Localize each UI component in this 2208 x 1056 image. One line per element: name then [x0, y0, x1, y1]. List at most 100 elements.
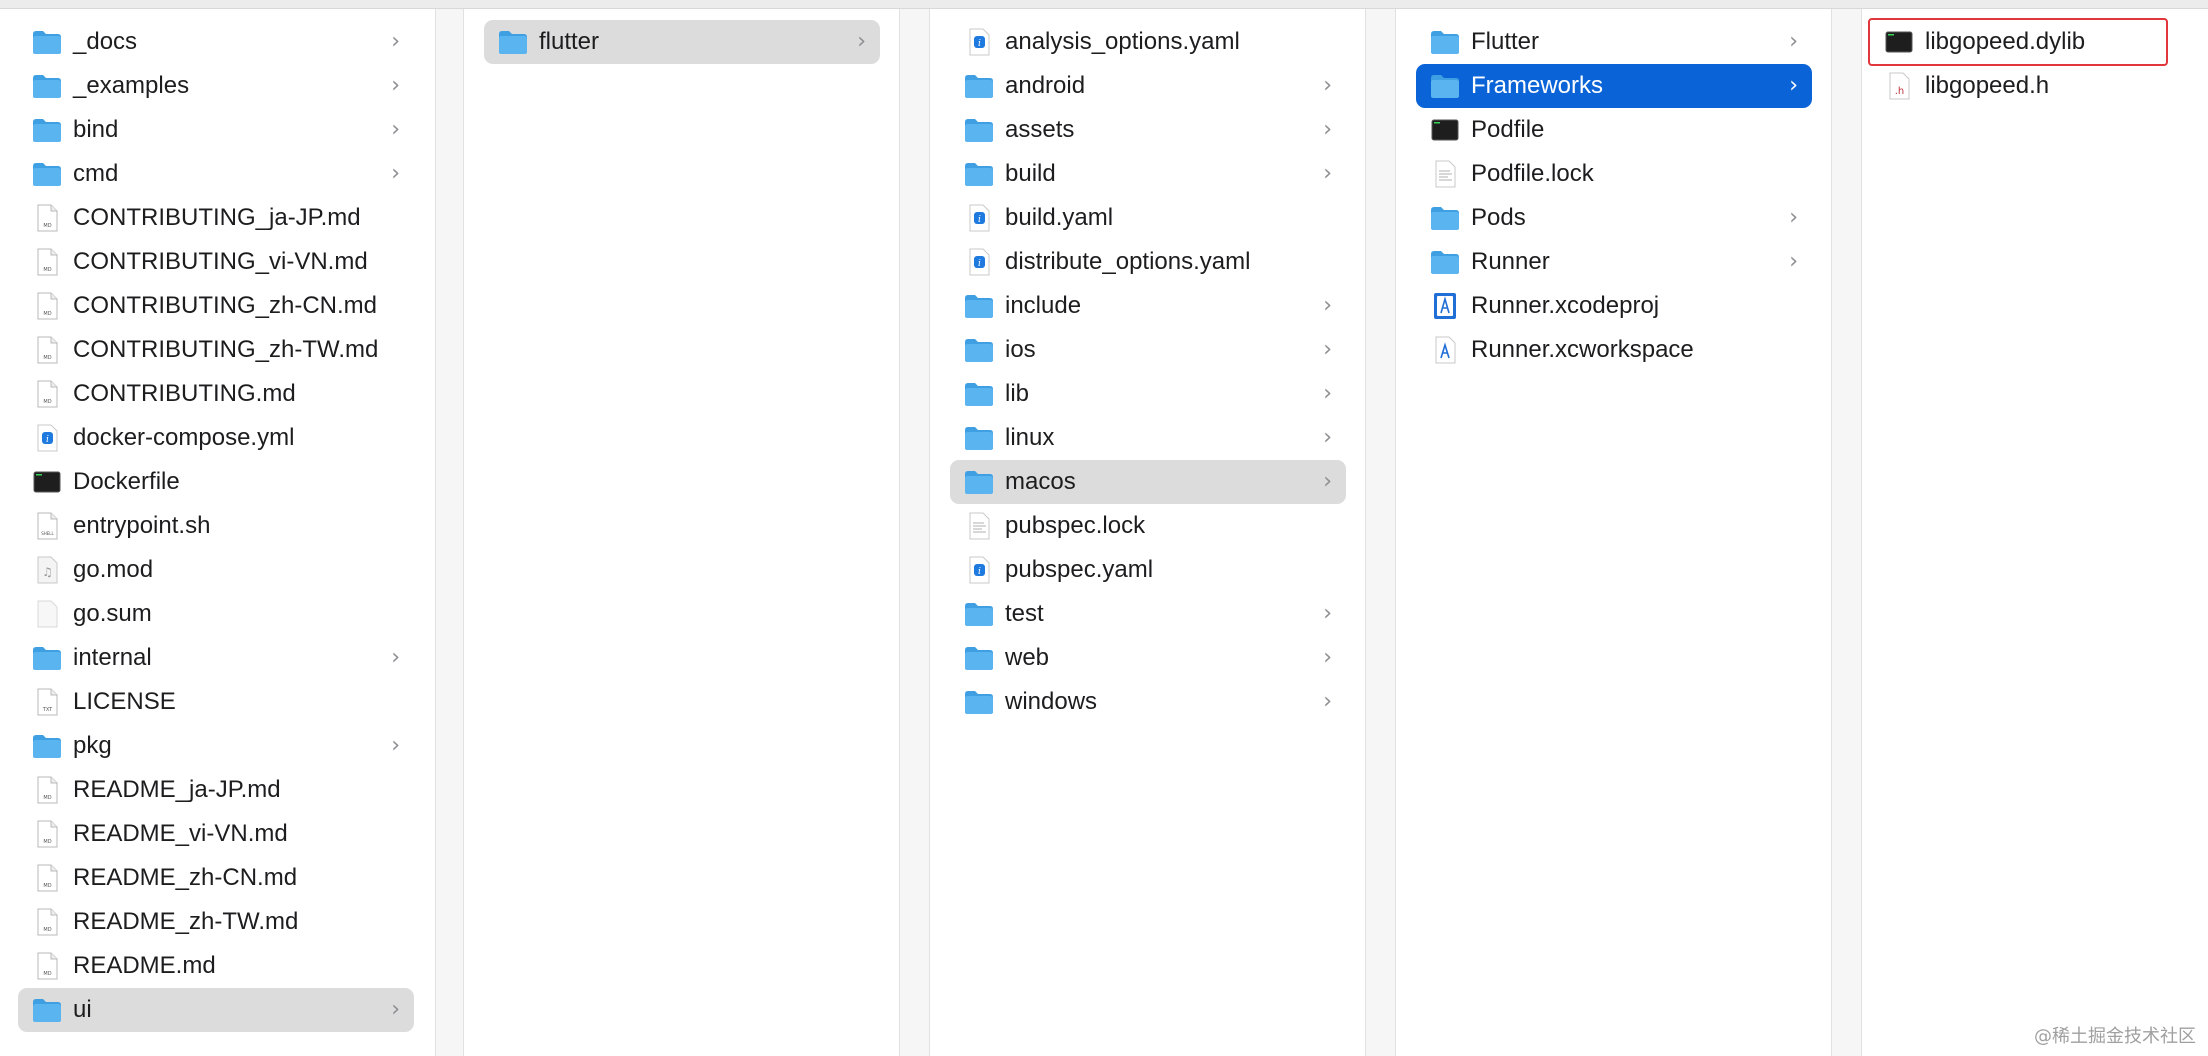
file-name-label: pubspec.lock: [1005, 512, 1146, 539]
file-name-label: lib: [1005, 380, 1030, 407]
chevron-right-icon: ›: [1323, 293, 1332, 318]
file-row[interactable]: Runner.xcworkspace: [1416, 328, 1812, 372]
chevron-right-icon: ›: [1323, 73, 1332, 98]
chevron-right-icon: ›: [1323, 381, 1332, 406]
file-row[interactable]: bind ›: [18, 108, 414, 152]
svg-text:MD: MD: [43, 311, 51, 317]
file-row[interactable]: _examples ›: [18, 64, 414, 108]
file-row[interactable]: build ›: [950, 152, 1346, 196]
chevron-right-icon: ›: [391, 733, 400, 758]
file-name-label: entrypoint.sh: [73, 512, 211, 539]
file-row[interactable]: MD README.md: [18, 944, 414, 988]
audio-file-icon: ♫: [32, 556, 62, 584]
folder-icon: [964, 116, 994, 144]
file-row[interactable]: Podfile.lock: [1416, 152, 1812, 196]
file-row[interactable]: Runner ›: [1416, 240, 1812, 284]
file-row[interactable]: MD CONTRIBUTING_zh-CN.md: [18, 284, 414, 328]
file-row[interactable]: web ›: [950, 636, 1346, 680]
document-icon: [964, 512, 994, 540]
file-row[interactable]: ui ›: [18, 988, 414, 1032]
file-row[interactable]: assets ›: [950, 108, 1346, 152]
file-row[interactable]: libgopeed.dylib: [1868, 18, 2168, 66]
file-name-label: Runner.xcworkspace: [1471, 336, 1694, 363]
folder-icon: [964, 688, 994, 716]
file-row[interactable]: lib ›: [950, 372, 1346, 416]
chevron-right-icon: ›: [1323, 689, 1332, 714]
svg-text:♫: ♫: [42, 565, 53, 579]
file-row[interactable]: .h libgopeed.h: [1870, 64, 2166, 108]
file-row[interactable]: Flutter ›: [1416, 20, 1812, 64]
chevron-right-icon: ›: [391, 29, 400, 54]
folder-icon: [1430, 248, 1460, 276]
markdown-file-icon: MD: [32, 380, 62, 408]
folder-icon: [32, 996, 62, 1024]
file-row[interactable]: ios ›: [950, 328, 1346, 372]
folder-icon: [32, 160, 62, 188]
file-row[interactable]: i pubspec.yaml: [950, 548, 1346, 592]
file-row[interactable]: MD README_zh-TW.md: [18, 900, 414, 944]
file-name-label: internal: [73, 644, 152, 671]
folder-icon: [964, 644, 994, 672]
file-row[interactable]: cmd ›: [18, 152, 414, 196]
column-divider: [1832, 9, 1862, 1056]
file-name-label: CONTRIBUTING_zh-CN.md: [73, 292, 378, 319]
file-name-label: docker-compose.yml: [73, 424, 295, 451]
file-name-label: Podfile.lock: [1471, 160, 1594, 187]
file-row[interactable]: MD CONTRIBUTING_zh-TW.md: [18, 328, 414, 372]
file-row[interactable]: Podfile: [1416, 108, 1812, 152]
file-row[interactable]: i docker-compose.yml: [18, 416, 414, 460]
folder-icon: [32, 116, 62, 144]
file-row[interactable]: Pods ›: [1416, 196, 1812, 240]
executable-icon: [1430, 116, 1460, 144]
column-frameworks[interactable]: [1862, 9, 2208, 1056]
chevron-right-icon: ›: [1789, 205, 1798, 230]
file-row[interactable]: linux ›: [950, 416, 1346, 460]
yaml-file-icon: i: [964, 28, 994, 56]
file-row[interactable]: MD README_vi-VN.md: [18, 812, 414, 856]
svg-text:i: i: [978, 39, 981, 49]
file-name-label: LICENSE: [73, 688, 176, 715]
file-row[interactable]: TXT LICENSE: [18, 680, 414, 724]
file-name-label: ios: [1005, 336, 1036, 363]
file-name-label: ui: [73, 996, 92, 1023]
folder-icon: [32, 72, 62, 100]
file-name-label: macos: [1005, 468, 1076, 495]
file-row[interactable]: pubspec.lock: [950, 504, 1346, 548]
file-row[interactable]: MD README_ja-JP.md: [18, 768, 414, 812]
file-row[interactable]: Runner.xcodeproj: [1416, 284, 1812, 328]
document-icon: [1430, 160, 1460, 188]
file-row[interactable]: i analysis_options.yaml: [950, 20, 1346, 64]
svg-text:MD: MD: [43, 971, 51, 977]
file-row[interactable]: ♫ go.mod: [18, 548, 414, 592]
file-row[interactable]: i distribute_options.yaml: [950, 240, 1346, 284]
file-row[interactable]: Frameworks ›: [1416, 64, 1812, 108]
file-row[interactable]: test ›: [950, 592, 1346, 636]
file-row[interactable]: android ›: [950, 64, 1346, 108]
file-row[interactable]: MD README_zh-CN.md: [18, 856, 414, 900]
chevron-right-icon: ›: [1323, 469, 1332, 494]
file-row[interactable]: flutter ›: [484, 20, 880, 64]
header-file-icon: .h: [1884, 72, 1914, 100]
file-row[interactable]: internal ›: [18, 636, 414, 680]
svg-text:MD: MD: [43, 927, 51, 933]
file-name-label: README_vi-VN.md: [73, 820, 288, 847]
file-row[interactable]: MD CONTRIBUTING_ja-JP.md: [18, 196, 414, 240]
file-row[interactable]: _docs ›: [18, 20, 414, 64]
file-name-label: bind: [73, 116, 119, 143]
svg-text:.h: .h: [1895, 86, 1905, 97]
file-row[interactable]: SHELL entrypoint.sh: [18, 504, 414, 548]
file-row[interactable]: macos ›: [950, 460, 1346, 504]
column-divider: [436, 9, 464, 1056]
column-ui[interactable]: [464, 9, 900, 1056]
shell-script-icon: SHELL: [32, 512, 62, 540]
file-row[interactable]: i build.yaml: [950, 196, 1346, 240]
file-name-label: pubspec.yaml: [1005, 556, 1154, 583]
file-row[interactable]: MD CONTRIBUTING_vi-VN.md: [18, 240, 414, 284]
column-divider: [900, 9, 930, 1056]
file-row[interactable]: Dockerfile: [18, 460, 414, 504]
file-row[interactable]: MD CONTRIBUTING.md: [18, 372, 414, 416]
file-row[interactable]: include ›: [950, 284, 1346, 328]
file-row[interactable]: go.sum: [18, 592, 414, 636]
file-row[interactable]: pkg ›: [18, 724, 414, 768]
file-row[interactable]: windows ›: [950, 680, 1346, 724]
